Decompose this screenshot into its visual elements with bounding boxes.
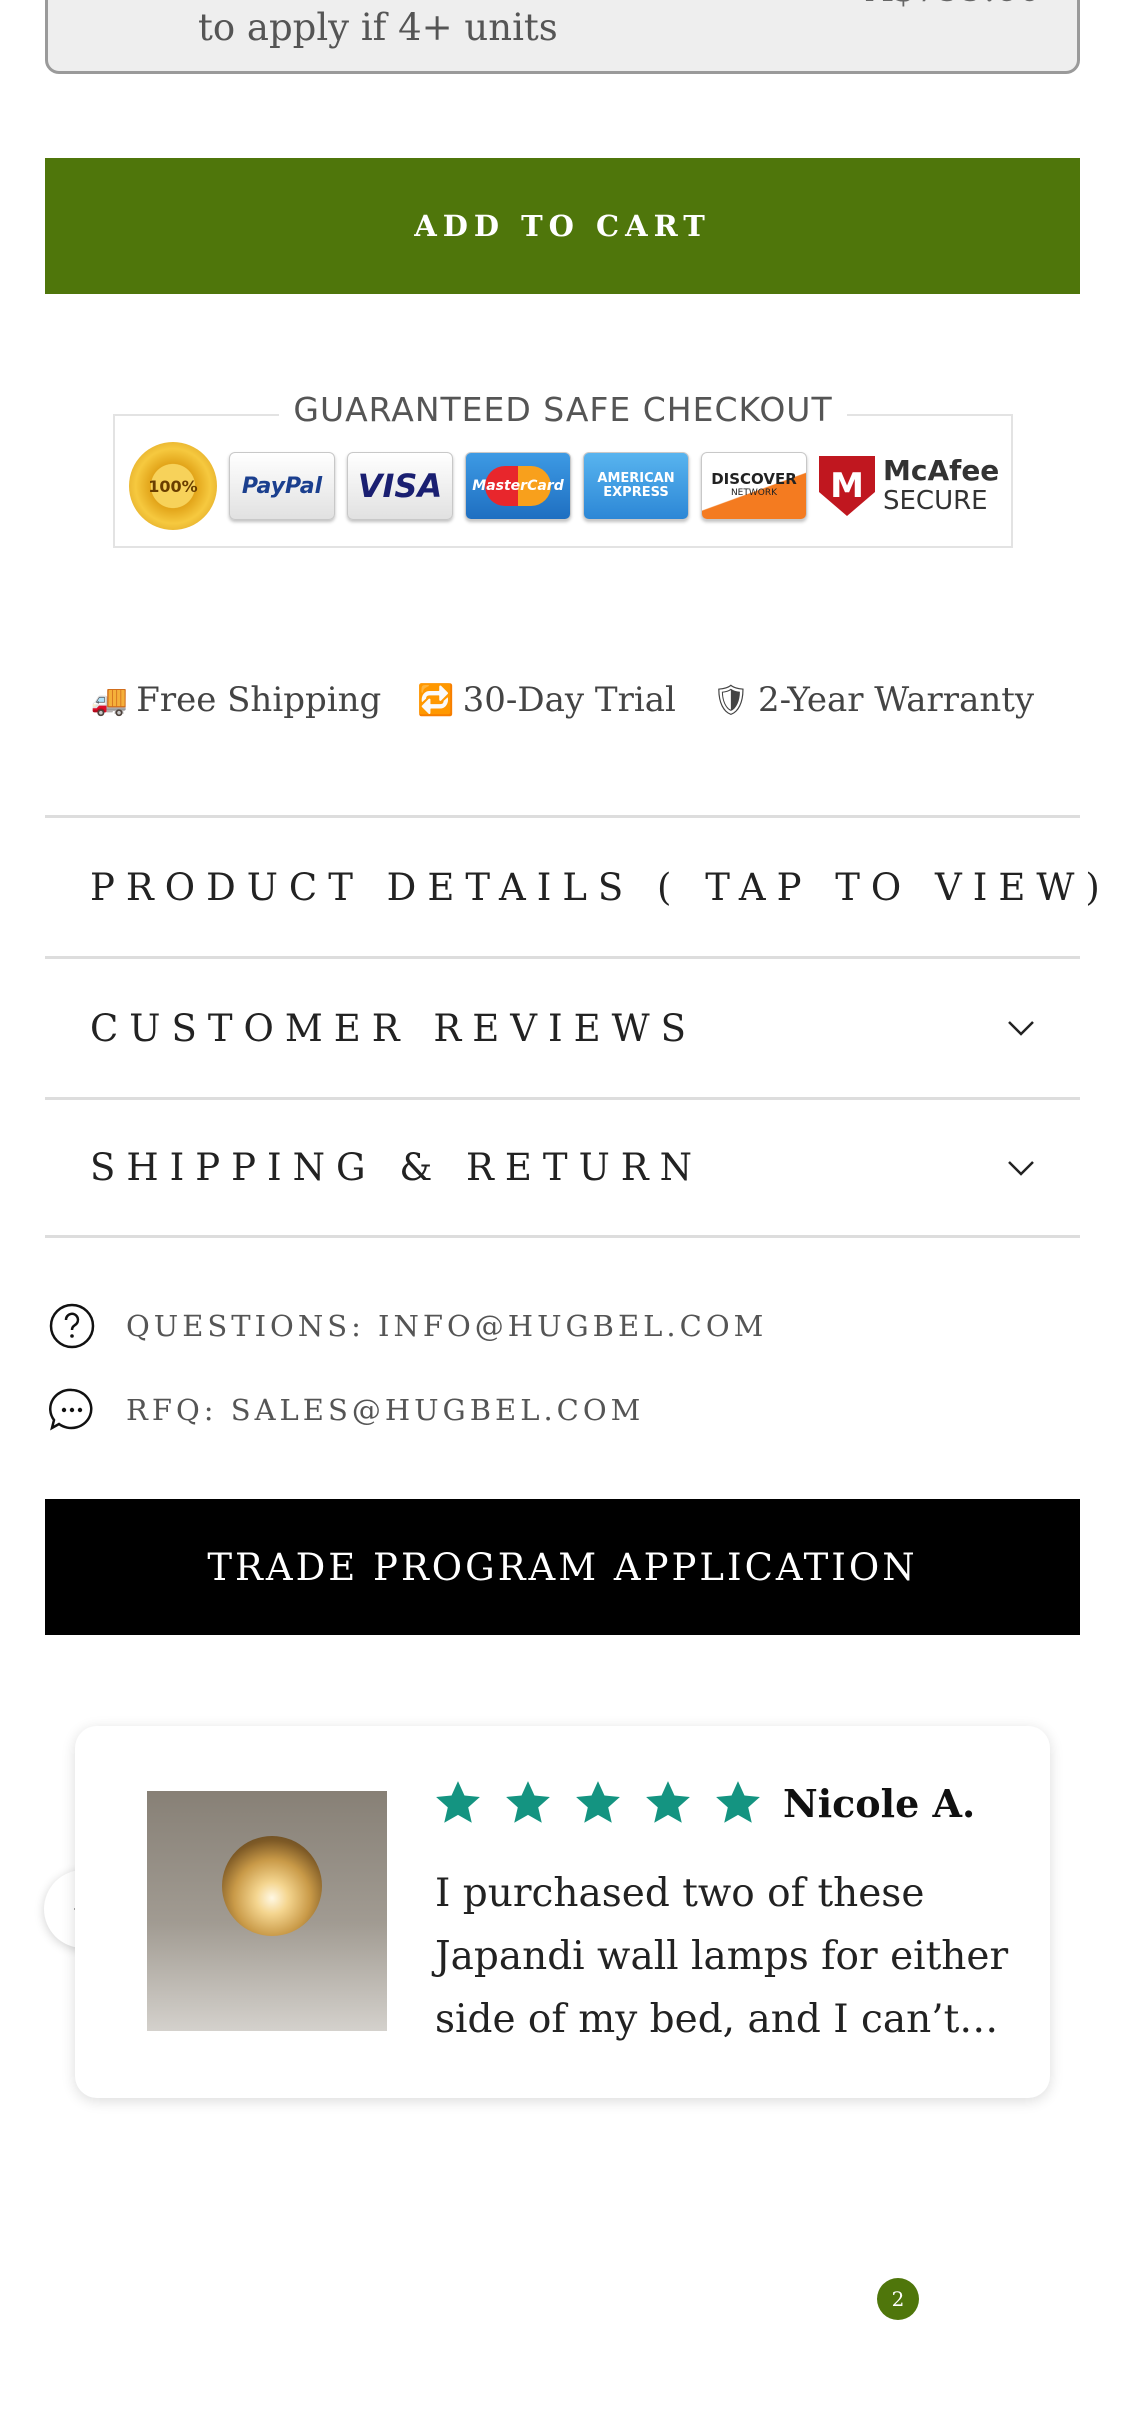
perk-warranty: 🛡 2-Year Warranty (712, 680, 1034, 720)
review-text: I purchased two of these Japandi wall la… (435, 1871, 1009, 2042)
offer-text: to apply if 4+ units (198, 6, 558, 49)
perk-trial: 🔁 30-Day Trial (417, 680, 676, 720)
amex-logo: AMERICAN EXPRESS (583, 452, 689, 520)
trade-program-button[interactable]: TRADE PROGRAM APPLICATION (45, 1499, 1080, 1635)
mastercard-logo: MasterCard (465, 452, 571, 520)
perk-label: 2-Year Warranty (757, 680, 1035, 720)
mastercard-label: MasterCard (472, 466, 564, 506)
perks-row: 🚚 Free Shipping 🔁 30-Day Trial 🛡 2-Year … (0, 680, 1125, 720)
discover-sublabel: NETWORK (730, 488, 778, 498)
accordion-label: CUSTOMER REVIEWS (90, 1006, 697, 1050)
mcafee-shield-icon: M (819, 456, 875, 516)
accordion-label: PRODUCT DETAILS ( TAP TO VIEW) (90, 865, 1111, 909)
visa-logo: VISA (347, 452, 453, 520)
satisfaction-seal-icon: 100% (129, 442, 217, 530)
review-card[interactable]: Nicole A. I purchased two of these Japan… (75, 1726, 1050, 2098)
mcafee-sub: SECURE (883, 486, 988, 516)
safe-checkout-badge: GUARANTEED SAFE CHECKOUT 100% PayPal VIS… (113, 390, 1013, 548)
chevron-down-icon (1008, 1160, 1034, 1176)
discover-logo: DISCOVER NETWORK (701, 452, 807, 520)
payment-badges: 100% PayPal VISA MasterCard AMERICAN EXP… (129, 442, 999, 530)
perk-label: 30-Day Trial (462, 680, 676, 720)
chevron-down-icon (1008, 1021, 1034, 1036)
offer-radio[interactable] (83, 0, 143, 11)
question-circle-icon (49, 1303, 95, 1349)
paypal-logo: PayPal (229, 452, 335, 520)
accordion-product-details[interactable]: PRODUCT DETAILS ( TAP TO VIEW) (45, 815, 1100, 956)
review-photo[interactable] (147, 1791, 387, 2031)
product-accordion: PRODUCT DETAILS ( TAP TO VIEW) CUSTOMER … (45, 815, 1100, 1238)
star-icon (716, 1781, 760, 1823)
star-icon (646, 1781, 690, 1823)
checkout-title: GUARANTEED SAFE CHECKOUT (279, 390, 847, 429)
star-icon (576, 1781, 620, 1823)
add-to-cart-button[interactable]: ADD TO CART (45, 158, 1080, 294)
perk-free-shipping: 🚚 Free Shipping (91, 680, 381, 720)
wall-lamp-image (222, 1836, 322, 1936)
rfq-email[interactable]: RFQ: SALES@HUGBEL.COM (126, 1393, 644, 1427)
perk-label: Free Shipping (136, 680, 382, 720)
mcafee-name: McAfee (883, 454, 1000, 487)
discover-label: DISCOVER (711, 470, 797, 488)
star-icon (436, 1781, 480, 1823)
questions-email[interactable]: QUESTIONS: INFO@HUGBEL.COM (126, 1309, 767, 1343)
accordion-label: SHIPPING & RETURN (90, 1146, 703, 1189)
repeat-icon: 🔁 (417, 682, 455, 718)
accordion-shipping-return[interactable]: SHIPPING & RETURN (45, 1097, 1080, 1238)
accordion-customer-reviews[interactable]: CUSTOMER REVIEWS (45, 956, 1080, 1097)
reviewer-name: Nicole A. (783, 1781, 976, 1826)
mcafee-secure-logo: M McAfee SECURE (819, 456, 999, 516)
offer-price: A$799.60 (866, 0, 1041, 10)
bulk-offer-option[interactable]: to apply if 4+ units A$799.60 (45, 0, 1080, 74)
notification-count-badge[interactable]: 2 (877, 2278, 919, 2320)
star-icon (506, 1781, 550, 1823)
contact-rfq[interactable]: RFQ: SALES@HUGBEL.COM (48, 1386, 644, 1434)
contact-questions[interactable]: QUESTIONS: INFO@HUGBEL.COM (48, 1302, 767, 1350)
chat-bubble-icon (49, 1388, 93, 1431)
truck-icon: 🚚 (90, 682, 129, 718)
star-rating (433, 1778, 763, 1828)
shield-icon: 🛡 (711, 682, 750, 718)
